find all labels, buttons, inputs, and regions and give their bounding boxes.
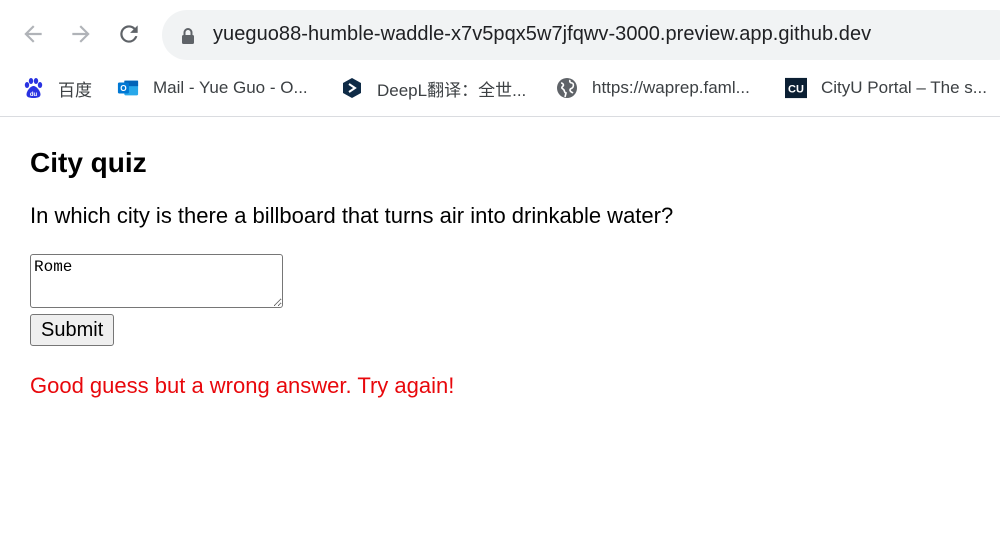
browser-chrome: yueguo88-humble-waddle-x7v5pqx5w7jfqwv-3… — [0, 0, 1000, 117]
globe-icon — [556, 77, 578, 99]
bookmark-label: 百度 — [58, 80, 92, 100]
reload-button[interactable] — [114, 19, 144, 49]
bookmark-mail[interactable]: O Mail - Yue Guo - O... — [117, 74, 308, 102]
bookmark-label: CityU Portal – The s... — [821, 78, 987, 97]
svg-text:CU: CU — [788, 84, 804, 96]
answer-input[interactable]: Rome — [30, 254, 283, 308]
bookmark-deepl[interactable]: DeepL翻译：全世... — [341, 74, 526, 102]
url-text[interactable]: yueguo88-humble-waddle-x7v5pqx5w7jfqwv-3… — [213, 23, 871, 46]
bookmark-baidu[interactable]: du 百度 — [22, 74, 92, 102]
deepl-icon — [341, 77, 363, 99]
bookmark-label: Mail - Yue Guo - O... — [153, 78, 308, 97]
forward-arrow-icon — [72, 25, 90, 43]
quiz-question: In which city is there a billboard that … — [30, 203, 674, 228]
reload-icon — [120, 25, 138, 43]
back-button[interactable] — [18, 19, 48, 49]
back-arrow-icon — [24, 25, 42, 43]
bookmark-cityu[interactable]: CU CityU Portal – The s... — [785, 74, 987, 102]
baidu-icon: du — [22, 77, 44, 99]
page-content: City quiz In which city is there a billb… — [30, 116, 970, 400]
feedback-message: Good guess but a wrong answer. Try again… — [30, 373, 455, 398]
page-title: City quiz — [30, 147, 147, 178]
forward-button[interactable] — [66, 19, 96, 49]
bookmark-label: DeepL翻译：全世... — [377, 80, 527, 100]
outlook-icon: O — [117, 77, 139, 99]
address-bar[interactable]: yueguo88-humble-waddle-x7v5pqx5w7jfqwv-3… — [162, 10, 1000, 60]
cityu-icon: CU — [785, 77, 807, 99]
lock-icon — [182, 28, 194, 44]
browser-toolbar: yueguo88-humble-waddle-x7v5pqx5w7jfqwv-3… — [0, 0, 1000, 68]
bookmarks-bar: du 百度 O Mail - Yue Guo - O... DeepL翻译：全世… — [0, 68, 1000, 108]
svg-text:O: O — [120, 84, 127, 93]
bookmark-label: https://waprep.faml... — [592, 78, 750, 97]
bookmark-waprep[interactable]: https://waprep.faml... — [556, 74, 750, 102]
submit-button[interactable]: Submit — [30, 314, 115, 346]
svg-text:du: du — [30, 92, 38, 98]
